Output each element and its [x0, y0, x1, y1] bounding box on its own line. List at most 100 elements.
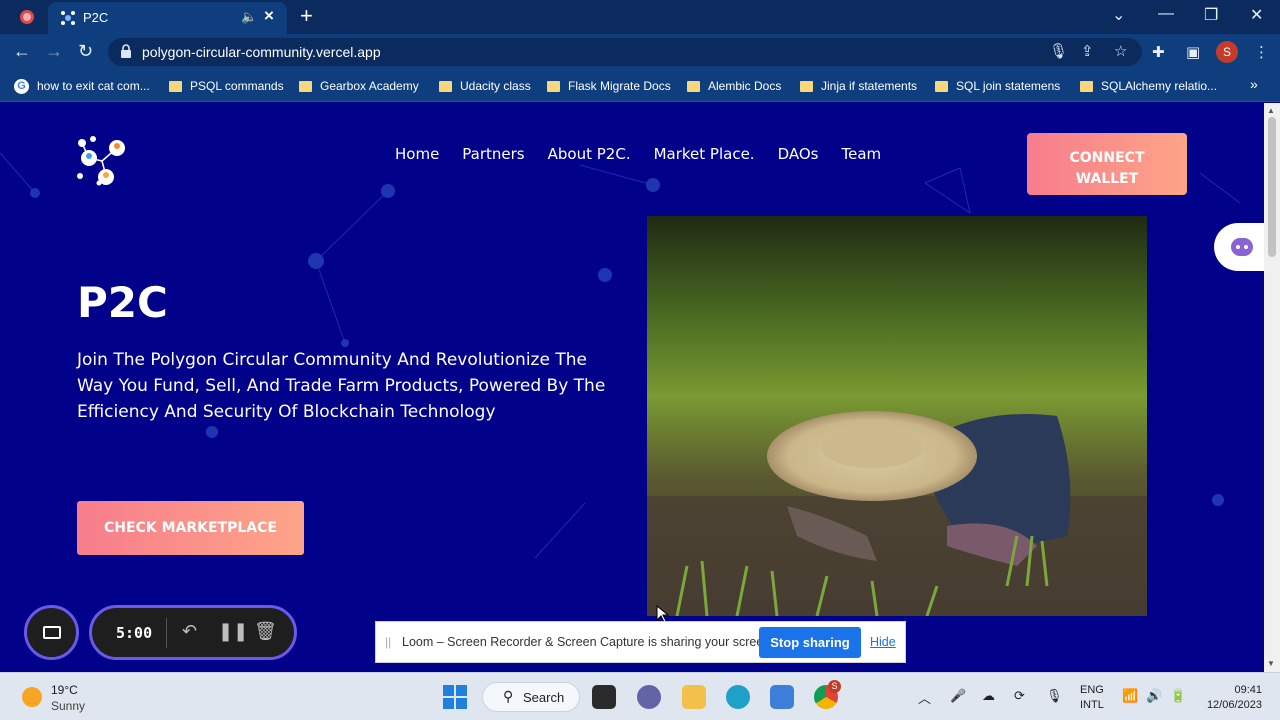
close-window-icon[interactable]: ✕: [1250, 5, 1263, 25]
file-explorer-icon[interactable]: [682, 685, 706, 709]
folder-icon: [1080, 80, 1093, 92]
tab-close-icon[interactable]: ×: [264, 6, 274, 26]
loom-control-bar: 5:00 ↶ ❚❚ 🗑: [89, 605, 297, 660]
bookmark-item[interactable]: Gearbox Academy: [299, 77, 419, 95]
hide-link[interactable]: Hide: [870, 635, 896, 649]
share-icon[interactable]: ⇪: [1081, 42, 1094, 60]
menu-icon[interactable]: ⋮: [1254, 43, 1269, 61]
p2c-logo[interactable]: [72, 131, 132, 191]
minimize-icon[interactable]: —: [1158, 5, 1174, 23]
share-message: Loom – Screen Recorder & Screen Capture …: [402, 635, 774, 649]
bookmark-item[interactable]: PSQL commands: [169, 77, 284, 95]
forward-icon[interactable]: →: [45, 41, 63, 62]
undo-icon[interactable]: ↶: [182, 621, 197, 642]
folder-icon: [299, 80, 312, 92]
sun-icon[interactable]: [22, 687, 42, 707]
microphone-icon[interactable]: 🎙: [1049, 42, 1068, 60]
bookmark-item[interactable]: Jinja if statements: [800, 77, 917, 95]
show-hidden-icons[interactable]: ︿: [918, 688, 931, 707]
bookmark-item[interactable]: Flask Migrate Docs: [547, 77, 671, 95]
new-tab-button[interactable]: +: [300, 3, 313, 29]
mic-active-icon[interactable]: 🎙: [1046, 688, 1063, 704]
check-marketplace-button[interactable]: CHECK MARKETPLACE: [77, 501, 304, 555]
sync-icon[interactable]: ⟳: [1014, 688, 1025, 704]
screen-share-notification: || Loom – Screen Recorder & Screen Captu…: [375, 621, 906, 663]
system-clock[interactable]: 09:41 12/06/2023: [1200, 683, 1262, 713]
tab-search-icon[interactable]: ⌄: [1112, 5, 1125, 25]
hero-title: P2C: [77, 278, 168, 327]
folder-icon: [800, 80, 813, 92]
start-button[interactable]: [443, 685, 467, 709]
folder-icon: [547, 80, 560, 92]
weather-temperature[interactable]: 19°C: [51, 683, 78, 697]
drag-handle-icon[interactable]: ||: [385, 635, 391, 649]
loom-camera-button[interactable]: [24, 605, 79, 660]
connect-wallet-button[interactable]: CONNECT WALLET: [1027, 133, 1187, 195]
bookmark-item[interactable]: SQL join statemens: [935, 77, 1060, 95]
language-indicator[interactable]: ENG INTL: [1080, 683, 1104, 713]
browser-tab-strip: P2C 🔈 × + ⌄ — ❐ ✕: [0, 0, 1280, 34]
scroll-up-icon[interactable]: ▲: [1267, 106, 1275, 115]
more-bookmarks-button[interactable]: »: [1250, 76, 1258, 92]
nav-daos[interactable]: DAOs: [778, 145, 819, 163]
search-icon: ⚲: [503, 688, 514, 704]
camera-icon: [43, 626, 61, 639]
trash-icon[interactable]: 🗑: [254, 621, 277, 642]
folder-icon: [169, 80, 182, 92]
browser-toolbar: ← → ↻ polygon-circular-community.vercel.…: [0, 34, 1280, 70]
recording-indicator-icon: [20, 10, 34, 24]
wifi-icon[interactable]: 📶: [1122, 688, 1138, 704]
page-scrollbar[interactable]: ▲ ▼: [1264, 103, 1280, 672]
microsoft-store-icon[interactable]: [770, 685, 794, 709]
bookmarks-bar: Ghow to exit cat com... PSQL commands Ge…: [0, 70, 1280, 102]
weather-condition[interactable]: Sunny: [51, 699, 85, 713]
teams-icon[interactable]: [637, 685, 661, 709]
url-text: polygon-circular-community.vercel.app: [142, 44, 381, 60]
chrome-icon[interactable]: S: [814, 680, 841, 709]
edge-icon[interactable]: [726, 685, 750, 709]
loom-timer: 5:00: [116, 624, 153, 642]
nav-partners[interactable]: Partners: [462, 145, 524, 163]
side-panel-icon[interactable]: ▣: [1186, 43, 1200, 61]
hero-image-farmer: [647, 216, 1147, 616]
address-bar[interactable]: polygon-circular-community.vercel.app 🎙 …: [108, 38, 1142, 66]
chatbot-launcher[interactable]: [1214, 223, 1264, 271]
pause-icon[interactable]: ❚❚: [218, 621, 248, 642]
windows-taskbar: 19°C Sunny ⚲ Search S ︿ 🎤 ☁ ⟳ 🎙 ENG INTL…: [0, 672, 1280, 720]
folder-icon: [687, 80, 700, 92]
hero-description: Join The Polygon Circular Community And …: [77, 350, 606, 422]
profile-avatar[interactable]: S: [1216, 41, 1238, 63]
microphone-tray-icon[interactable]: 🎤: [950, 688, 966, 704]
onedrive-icon[interactable]: ☁: [982, 688, 995, 704]
scroll-down-icon[interactable]: ▼: [1267, 659, 1275, 668]
scroll-thumb[interactable]: [1268, 117, 1276, 257]
bookmark-item[interactable]: SQLAlchemy relatio...: [1080, 77, 1217, 95]
folder-icon: [439, 80, 452, 92]
extensions-icon[interactable]: ✚: [1152, 43, 1165, 61]
lock-icon: [121, 44, 131, 58]
back-icon[interactable]: ←: [13, 41, 31, 62]
stop-sharing-button[interactable]: Stop sharing: [759, 627, 861, 658]
tab-audio-icon[interactable]: 🔈: [241, 9, 257, 25]
nav-about[interactable]: About P2C.: [548, 145, 631, 163]
chrome-profile-badge: S: [828, 680, 841, 693]
google-icon: G: [14, 78, 29, 94]
bookmark-item[interactable]: Udacity class: [439, 77, 531, 95]
battery-icon[interactable]: 🔋: [1170, 688, 1186, 704]
nav-home[interactable]: Home: [395, 145, 439, 163]
website-viewport: Home Partners About P2C. Market Place. D…: [0, 103, 1264, 672]
restore-icon[interactable]: ❐: [1204, 5, 1218, 25]
tab-title: P2C: [83, 10, 109, 25]
task-view-icon[interactable]: [592, 685, 616, 709]
bookmark-item[interactable]: Alembic Docs: [687, 77, 781, 95]
tab-p2c[interactable]: P2C 🔈 ×: [48, 2, 287, 34]
bookmark-star-icon[interactable]: ☆: [1114, 42, 1127, 60]
volume-icon[interactable]: 🔊: [1146, 688, 1162, 704]
folder-icon: [935, 80, 948, 92]
reload-icon[interactable]: ↻: [78, 41, 93, 62]
taskbar-search[interactable]: ⚲ Search: [482, 682, 580, 712]
nav-market-place[interactable]: Market Place.: [654, 145, 755, 163]
nav-team[interactable]: Team: [841, 145, 881, 163]
robot-icon: [1231, 238, 1253, 256]
bookmark-item[interactable]: Ghow to exit cat com...: [14, 77, 150, 95]
